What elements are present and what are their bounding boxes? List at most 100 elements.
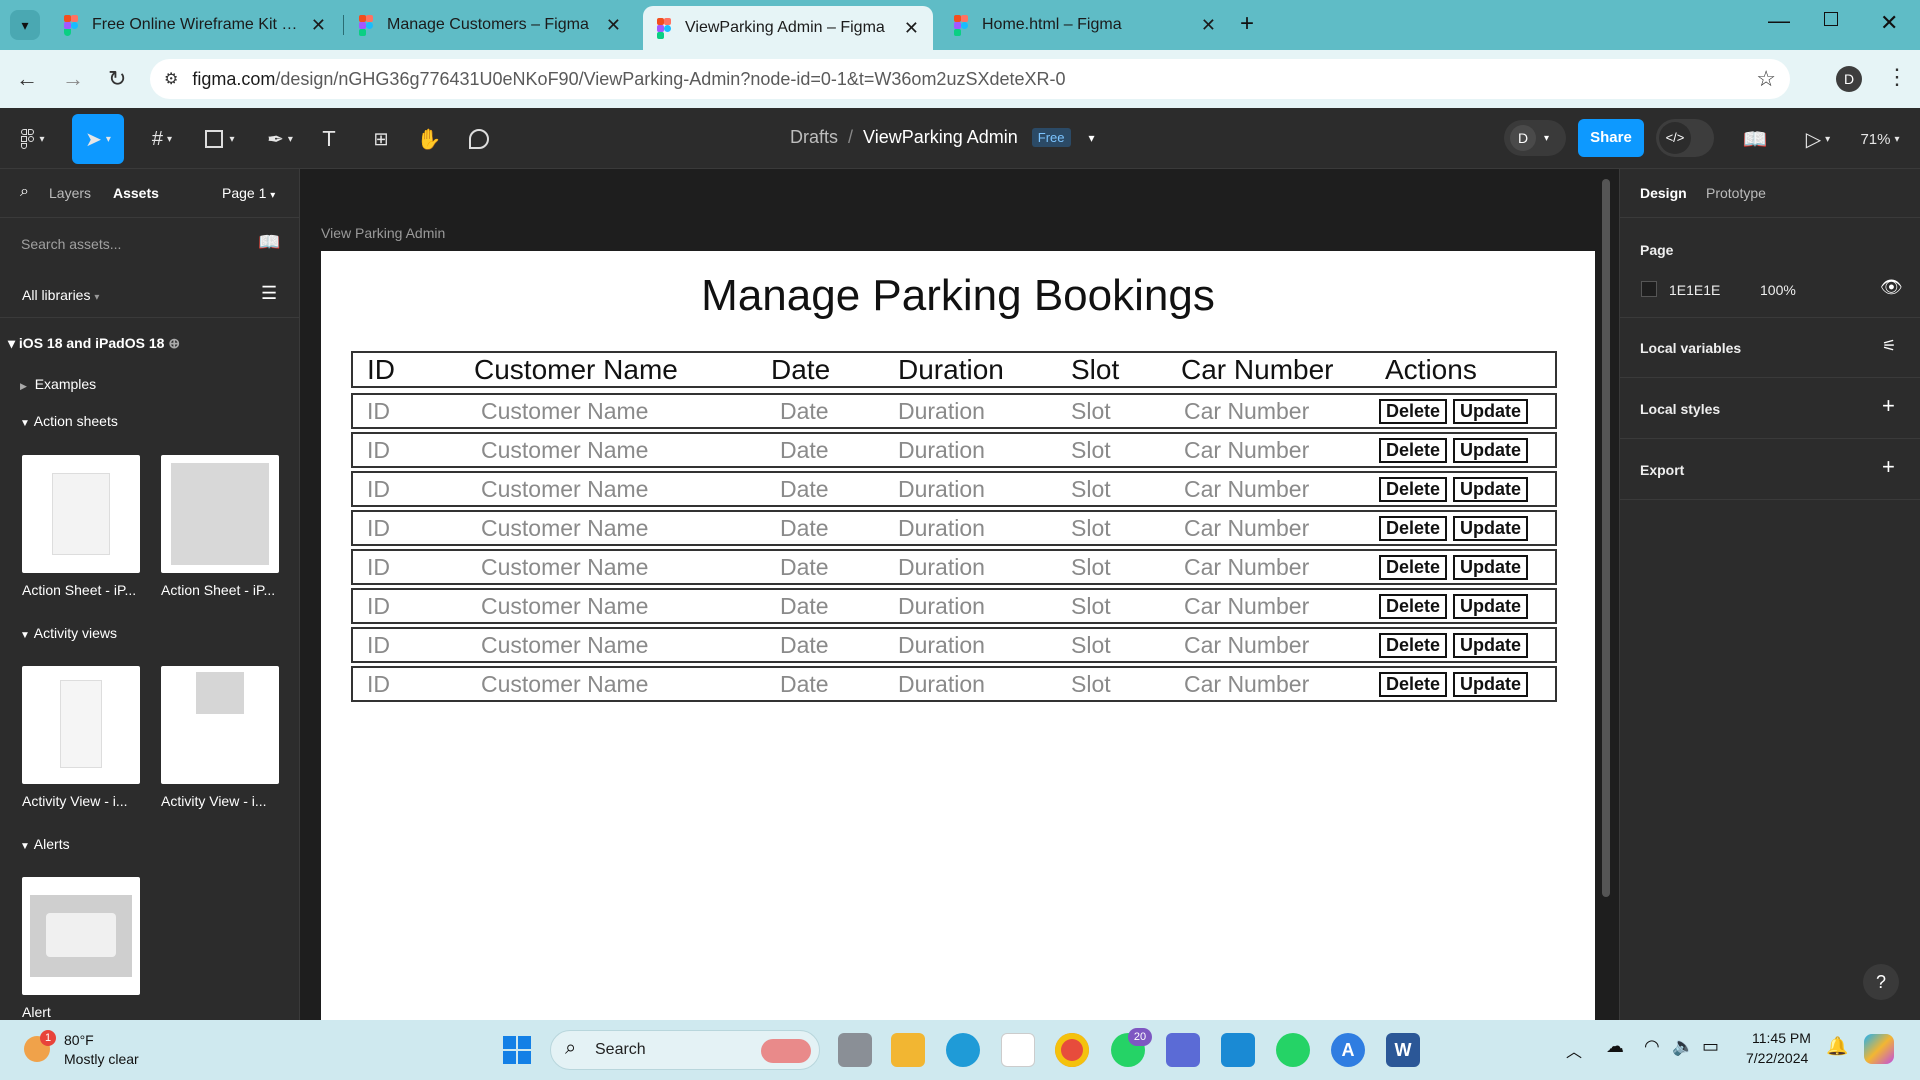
- local-styles-row[interactable]: Local styles +: [1620, 379, 1920, 439]
- copilot-icon[interactable]: [1864, 1034, 1894, 1064]
- browser-tab-home[interactable]: Home.html – Figma ✕: [940, 6, 1230, 44]
- add-style-icon[interactable]: +: [1882, 393, 1895, 419]
- notification-bell-icon[interactable]: 🔔: [1826, 1036, 1848, 1057]
- whatsapp-business-icon[interactable]: [1276, 1033, 1310, 1067]
- all-libraries-dropdown[interactable]: All libraries ▾: [22, 287, 99, 303]
- profile-avatar[interactable]: D: [1836, 66, 1862, 92]
- chevron-down-icon[interactable]: ▾: [1089, 131, 1095, 145]
- volume-icon[interactable]: 🔈: [1672, 1036, 1694, 1057]
- tab-assets[interactable]: Assets: [113, 185, 159, 201]
- library-book-icon[interactable]: 📖: [258, 232, 280, 253]
- site-settings-icon[interactable]: ⚙: [164, 69, 178, 89]
- file-name[interactable]: ViewParking Admin: [863, 127, 1018, 148]
- comment-tool[interactable]: [464, 122, 494, 156]
- browser-tab-wireframe[interactable]: Free Online Wireframe Kit | Figma✕: [50, 6, 340, 44]
- app-cube-icon[interactable]: [1166, 1033, 1200, 1067]
- pen-tool[interactable]: ✒ ▾: [258, 122, 302, 156]
- component-thumbnail[interactable]: [22, 666, 140, 784]
- weather-widget[interactable]: 1 80°F Mostly clear: [20, 1030, 160, 1070]
- search-icon[interactable]: ⌕: [20, 183, 29, 201]
- main-menu-button[interactable]: ▾: [14, 122, 52, 156]
- vscode-icon[interactable]: [1221, 1033, 1255, 1067]
- word-icon[interactable]: W: [1386, 1033, 1420, 1067]
- section-activity-views[interactable]: ▼ Activity views: [20, 625, 117, 641]
- clock-time[interactable]: 11:45 PM: [1752, 1030, 1811, 1046]
- component-thumbnail[interactable]: [161, 455, 279, 573]
- update-button[interactable]: Update: [1453, 672, 1529, 697]
- export-row[interactable]: Export +: [1620, 440, 1920, 500]
- tab-design[interactable]: Design: [1640, 185, 1687, 201]
- add-export-icon[interactable]: +: [1882, 454, 1895, 480]
- variables-settings-icon[interactable]: ⚟: [1882, 336, 1896, 356]
- help-button[interactable]: ?: [1863, 964, 1899, 1000]
- component-thumbnail[interactable]: [22, 877, 140, 995]
- tab-prototype[interactable]: Prototype: [1706, 185, 1766, 201]
- hand-tool[interactable]: ✋: [414, 122, 444, 156]
- update-button[interactable]: Update: [1453, 477, 1529, 502]
- text-tool[interactable]: T: [314, 122, 344, 156]
- delete-button[interactable]: Delete: [1379, 555, 1448, 580]
- battery-icon[interactable]: ▭: [1702, 1036, 1719, 1057]
- page-color-swatch[interactable]: [1641, 281, 1657, 297]
- dev-mode-toggle[interactable]: </>: [1656, 119, 1714, 157]
- tab-layers[interactable]: Layers: [49, 185, 91, 201]
- update-button[interactable]: Update: [1453, 555, 1529, 580]
- restore-window-button[interactable]: [1824, 12, 1838, 26]
- close-tab-icon[interactable]: ✕: [311, 15, 326, 36]
- share-button[interactable]: Share: [1578, 119, 1644, 157]
- resources-tool[interactable]: ⊞: [366, 122, 396, 156]
- section-action-sheets[interactable]: ▼ Action sheets: [20, 413, 118, 429]
- task-view-icon[interactable]: [838, 1033, 872, 1067]
- component-thumbnail[interactable]: [22, 455, 140, 573]
- delete-button[interactable]: Delete: [1379, 477, 1448, 502]
- library-section[interactable]: ▾ iOS 18 and iPadOS 18 ⊕: [8, 335, 180, 352]
- minimize-window-button[interactable]: —: [1768, 8, 1790, 34]
- canvas-scrollbar[interactable]: [1602, 179, 1610, 897]
- taskbar-search-box[interactable]: ⌕ Search: [550, 1030, 820, 1070]
- user-avatar-menu[interactable]: D ▾: [1504, 120, 1566, 156]
- library-book-icon[interactable]: 📖: [1740, 122, 1770, 156]
- update-button[interactable]: Update: [1453, 594, 1529, 619]
- windows-start-icon[interactable]: [500, 1033, 534, 1067]
- local-variables-row[interactable]: Local variables ⚟: [1620, 318, 1920, 378]
- breadcrumb-drafts[interactable]: Drafts: [790, 127, 838, 148]
- section-alerts[interactable]: ▼ Alerts: [20, 836, 70, 852]
- eye-icon[interactable]: 👁: [1880, 277, 1903, 298]
- show-hidden-icons-chevron[interactable]: ︿: [1566, 1038, 1582, 1062]
- update-button[interactable]: Update: [1453, 438, 1529, 463]
- frame-tool[interactable]: # ▾: [140, 122, 184, 156]
- clock-date[interactable]: 7/22/2024: [1746, 1050, 1808, 1066]
- asset-search-input[interactable]: Search assets...: [21, 236, 121, 252]
- browser-tab-manage-customers[interactable]: Manage Customers – Figma ✕: [345, 6, 635, 44]
- move-tool[interactable]: ➤ ▾: [72, 114, 124, 164]
- wifi-icon[interactable]: ◠: [1644, 1036, 1660, 1057]
- delete-button[interactable]: Delete: [1379, 399, 1448, 424]
- url-field[interactable]: ⚙ figma.com/design/nGHG36g776431U0eNKoF9…: [150, 59, 1790, 99]
- update-button[interactable]: Update: [1453, 516, 1529, 541]
- page-selector[interactable]: Page 1 ▾: [222, 185, 275, 201]
- app-a-icon[interactable]: A: [1331, 1033, 1365, 1067]
- microsoft-store-icon[interactable]: [1001, 1033, 1035, 1067]
- delete-button[interactable]: Delete: [1379, 516, 1448, 541]
- browser-tab-viewparking-admin[interactable]: ViewParking Admin – Figma ✕: [643, 6, 933, 50]
- reload-icon[interactable]: ↻: [108, 66, 126, 92]
- update-button[interactable]: Update: [1453, 633, 1529, 658]
- close-tab-icon[interactable]: ✕: [606, 15, 621, 36]
- chrome-icon[interactable]: [1055, 1033, 1089, 1067]
- page-color-value[interactable]: 1E1E1E: [1669, 282, 1720, 298]
- component-thumbnail[interactable]: [161, 666, 279, 784]
- close-tab-icon[interactable]: ✕: [1201, 15, 1216, 36]
- delete-button[interactable]: Delete: [1379, 633, 1448, 658]
- forward-arrow-icon[interactable]: →: [62, 66, 84, 92]
- network-off-icon[interactable]: ☁: [1606, 1036, 1624, 1057]
- delete-button[interactable]: Delete: [1379, 438, 1448, 463]
- update-button[interactable]: Update: [1453, 399, 1529, 424]
- list-view-icon[interactable]: ☰: [261, 283, 277, 304]
- close-window-button[interactable]: ✕: [1880, 10, 1898, 36]
- present-button[interactable]: ▷ ▾: [1796, 122, 1840, 156]
- section-examples[interactable]: ▶ Examples: [20, 376, 96, 392]
- edge-browser-icon[interactable]: [946, 1033, 980, 1067]
- tab-search-dropdown[interactable]: ▾: [10, 10, 40, 40]
- new-tab-button[interactable]: +: [1240, 10, 1254, 38]
- back-arrow-icon[interactable]: ←: [16, 66, 38, 92]
